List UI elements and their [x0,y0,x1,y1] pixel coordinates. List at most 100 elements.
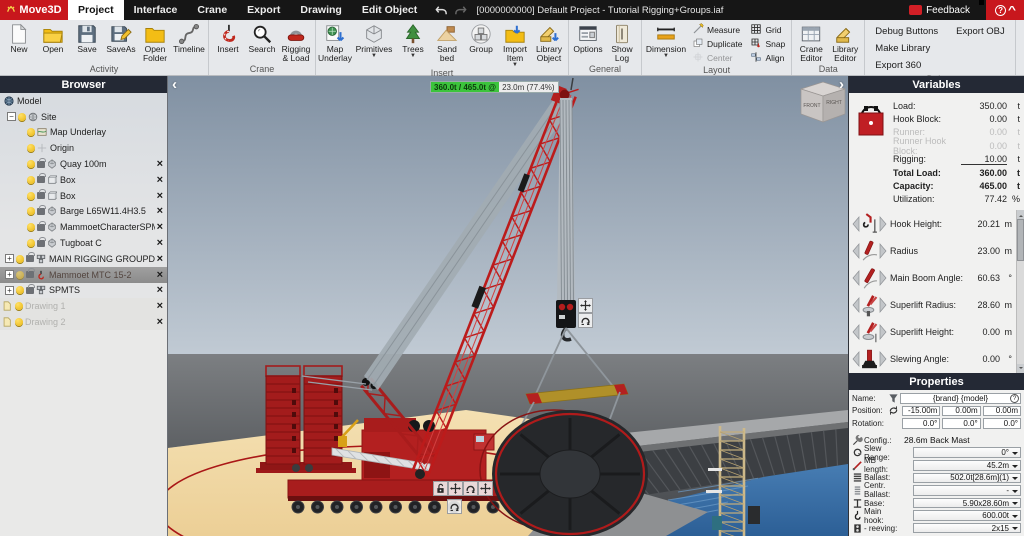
gizmo-rotate-icon[interactable] [447,499,462,514]
dropdown-base[interactable]: 5.90x28.60m [913,497,1021,509]
ribbon-button-snap[interactable]: Snap [746,37,789,51]
ribbon-button-trees[interactable]: Trees ▼ [396,21,430,59]
gizmo-move-icon[interactable] [578,298,593,313]
tree-item-mammoet-mtc-15-2[interactable]: + Mammoet MTC 15-2 × [0,266,167,283]
dropdown-mb-length[interactable]: 45.2m [913,460,1021,471]
ribbon-button-insert[interactable]: Insert [211,21,245,54]
increase-arrow-icon[interactable] [879,242,887,259]
tab-crane[interactable]: Crane [187,0,237,20]
tree-item-drawing-2[interactable]: Drawing 2 × [0,314,167,330]
name-input[interactable]: {brand} {model}? [900,393,1021,404]
collapse-variables-arrow[interactable]: › [839,76,844,93]
ribbon-button-open[interactable]: Open [36,21,70,54]
decrease-arrow-icon[interactable] [852,323,860,340]
lock-icon[interactable] [26,268,35,279]
lock-icon[interactable] [26,283,35,294]
visibility-bulb-icon[interactable] [18,112,26,121]
gizmo-move-icon[interactable] [478,481,493,496]
ribbon-button-debug-buttons[interactable]: Debug Buttons [873,23,940,40]
ribbon-button-crane-editor[interactable]: Crane Editor [794,21,828,63]
ribbon-button-measure[interactable]: Measure [688,23,746,37]
dropdown-centr-ballast[interactable]: - [913,485,1021,496]
lock-icon[interactable] [37,220,46,231]
ribbon-button-map-underlay[interactable]: Map Underlay [318,21,352,63]
ribbon-button-dimension[interactable]: Dimension ▼ [644,21,688,59]
position-input[interactable]: 0.00m [942,405,981,417]
delete-item-icon[interactable]: × [155,284,165,296]
delete-item-icon[interactable]: × [155,190,165,202]
dropdown-ballast[interactable]: 502.0t[28.6m](1) [913,472,1021,484]
visibility-bulb-icon[interactable] [16,286,24,295]
increase-arrow-icon[interactable] [879,215,887,232]
ribbon-button-new[interactable]: New [2,21,36,54]
rotation-input[interactable]: 0.0° [982,418,1021,429]
delete-item-icon[interactable]: × [155,269,165,281]
tab-interface[interactable]: Interface [124,0,188,20]
help-icon[interactable]: ? [995,4,1007,16]
tree-item-quay-100m[interactable]: Quay 100m × [0,156,167,172]
gizmo-rotate-icon[interactable] [463,481,478,496]
visibility-bulb-icon[interactable] [15,318,23,327]
lock-icon[interactable] [37,173,46,184]
position-input[interactable]: 0.00m [982,405,1021,417]
gizmo-rotate-icon[interactable] [578,313,593,328]
dropdown-slew-range[interactable]: 0° [913,447,1021,458]
tree-item-barge-l65w11-4h3-5[interactable]: Barge L65W11.4H3.5 × [0,204,167,220]
feedback-button[interactable]: Feedback [909,0,984,20]
visibility-bulb-icon[interactable] [27,223,35,232]
increase-arrow-icon[interactable] [879,350,887,367]
tree-item-main-rigging-groupdg[interactable]: + MAIN RIGGING GROUPDG × [0,251,167,267]
visibility-bulb-icon[interactable] [27,191,35,200]
decrease-arrow-icon[interactable] [852,269,860,286]
visibility-bulb-icon[interactable] [16,254,24,263]
visibility-bulb-icon[interactable] [16,270,24,279]
delete-item-icon[interactable]: × [155,158,165,170]
ribbon-button-duplicate[interactable]: Duplicate [688,37,746,51]
visibility-bulb-icon[interactable] [27,239,35,248]
collapse-browser-arrow[interactable]: ‹ [172,76,177,93]
tree-item-origin[interactable]: Origin [0,140,167,156]
gizmo-move-icon[interactable] [448,481,463,496]
lock-icon[interactable] [26,252,35,263]
scrollbar-thumb[interactable] [1017,219,1024,261]
expander-icon[interactable]: + [5,270,14,280]
rotation-input[interactable]: 0.0° [942,418,981,429]
scroll-down-icon[interactable] [1017,364,1024,373]
tab-export[interactable]: Export [237,0,290,20]
ribbon-button-open-folder[interactable]: Open Folder [138,21,172,63]
variables-scrollbar[interactable] [1016,210,1024,373]
visibility-bulb-icon[interactable] [27,207,35,216]
tree-item-site[interactable]: − Site [0,109,167,125]
delete-item-icon[interactable]: × [155,174,165,186]
increase-arrow-icon[interactable] [879,296,887,313]
tab-drawing[interactable]: Drawing [290,0,351,20]
tree-item-box[interactable]: Box × [0,172,167,188]
ribbon-button-library-object[interactable]: Library Object [532,21,566,63]
tree-item-drawing-1[interactable]: Drawing 1 × [0,298,167,315]
ribbon-button-library-editor[interactable]: Library Editor [828,21,862,63]
delete-item-icon[interactable]: × [155,253,165,265]
decrease-arrow-icon[interactable] [852,242,860,259]
viewport-3d[interactable]: FRONT RIGHT 360.0t / 465.0t @ 23.0m (77.4… [168,76,848,536]
ribbon-button-group[interactable]: Group [464,21,498,54]
lock-icon[interactable] [37,157,46,168]
ribbon-button-save[interactable]: Save [70,21,104,54]
ribbon-button-sand-bed[interactable]: Sand bed [430,21,464,63]
ribbon-button-align[interactable]: Align [746,51,789,65]
ribbon-button-primitives[interactable]: Primitives ▼ [352,21,396,59]
tree-item-mammoetcharacterspmta[interactable]: MammoetCharacterSPMTA× [0,219,167,235]
position-input[interactable]: -15.00m [902,405,941,417]
lock-icon[interactable] [37,236,46,247]
increase-arrow-icon[interactable] [879,323,887,340]
ribbon-button-saveas[interactable]: SaveAs [104,21,138,54]
decrease-arrow-icon[interactable] [852,350,860,367]
visibility-bulb-icon[interactable] [27,160,35,169]
visibility-bulb-icon[interactable] [27,128,35,137]
dropdown-main-hook[interactable]: 600.00t [913,510,1021,521]
dropdown-reeving[interactable]: 2x15 [913,522,1021,534]
ribbon-button-grid[interactable]: Grid [746,23,789,37]
expander-icon[interactable]: + [5,254,14,264]
ribbon-button-export-360[interactable]: Export 360 [873,57,940,74]
name-help-icon[interactable]: ? [1010,393,1019,403]
scroll-up-icon[interactable] [1017,210,1024,219]
